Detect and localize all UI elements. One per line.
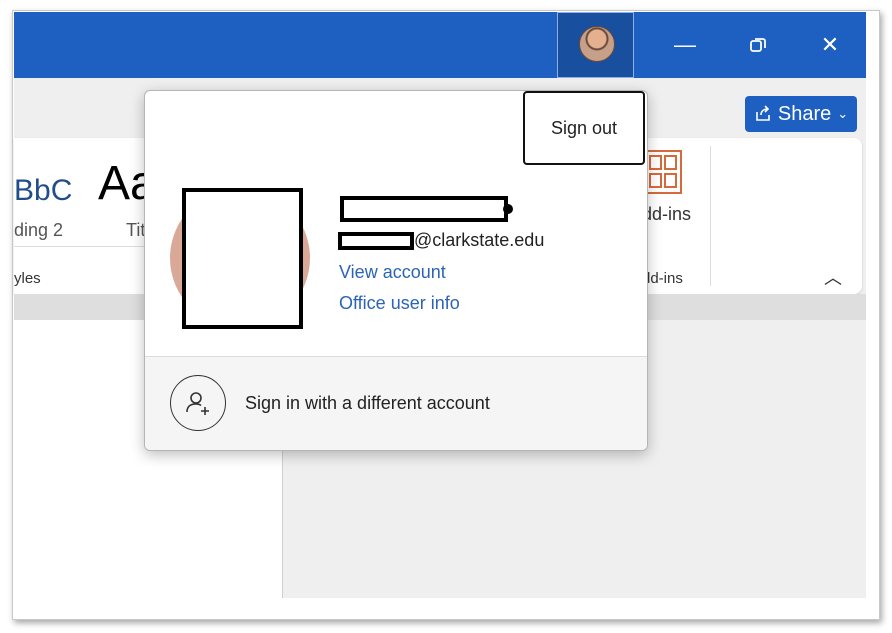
add-person-icon [186, 392, 209, 415]
sign-out-button[interactable]: Sign out [523, 91, 645, 165]
different-account-label[interactable]: Sign in with a different account [245, 393, 490, 414]
styles-group-label: yles [14, 270, 41, 287]
account-popup: Sign out @clarkstate.edu View account Of… [144, 90, 648, 451]
add-account-button[interactable] [170, 375, 226, 431]
chevron-down-icon: ⌄ [837, 106, 849, 121]
view-account-link[interactable]: View account [339, 262, 446, 283]
account-avatar-button[interactable] [557, 12, 634, 78]
style-title-label: Tit [126, 220, 146, 240]
account-email-domain: @clarkstate.edu [414, 230, 545, 250]
share-button[interactable]: Share ⌄ [745, 96, 857, 132]
redaction-box-photo [182, 188, 303, 329]
add-ins-group-label: dd-ins [642, 270, 683, 287]
collapse-ribbon-icon[interactable]: ︿ [824, 264, 842, 290]
sign-out-label: Sign out [550, 117, 618, 138]
restore-button[interactable] [722, 12, 794, 78]
ribbon-divider [710, 146, 711, 286]
close-icon: ✕ [820, 32, 840, 57]
redaction-dot [503, 204, 513, 214]
avatar [579, 26, 615, 62]
title-bar: — ✕ [14, 12, 866, 78]
restore-icon [750, 38, 766, 52]
minimize-button[interactable]: — [649, 12, 721, 78]
redaction-box-email [338, 232, 414, 250]
add-ins-icon [644, 150, 682, 194]
style-sample-heading[interactable]: BbC [14, 174, 72, 208]
share-icon [756, 105, 770, 121]
add-ins-button-label[interactable]: dd-ins [642, 204, 691, 225]
minimize-icon: — [674, 32, 696, 57]
styles-divider [14, 246, 164, 247]
redaction-box-name [340, 196, 508, 222]
close-button[interactable]: ✕ [794, 12, 866, 78]
office-user-info-link[interactable]: Office user info [339, 293, 460, 314]
style-heading-label: ding 2 [14, 220, 64, 240]
share-label: Share [777, 102, 832, 125]
